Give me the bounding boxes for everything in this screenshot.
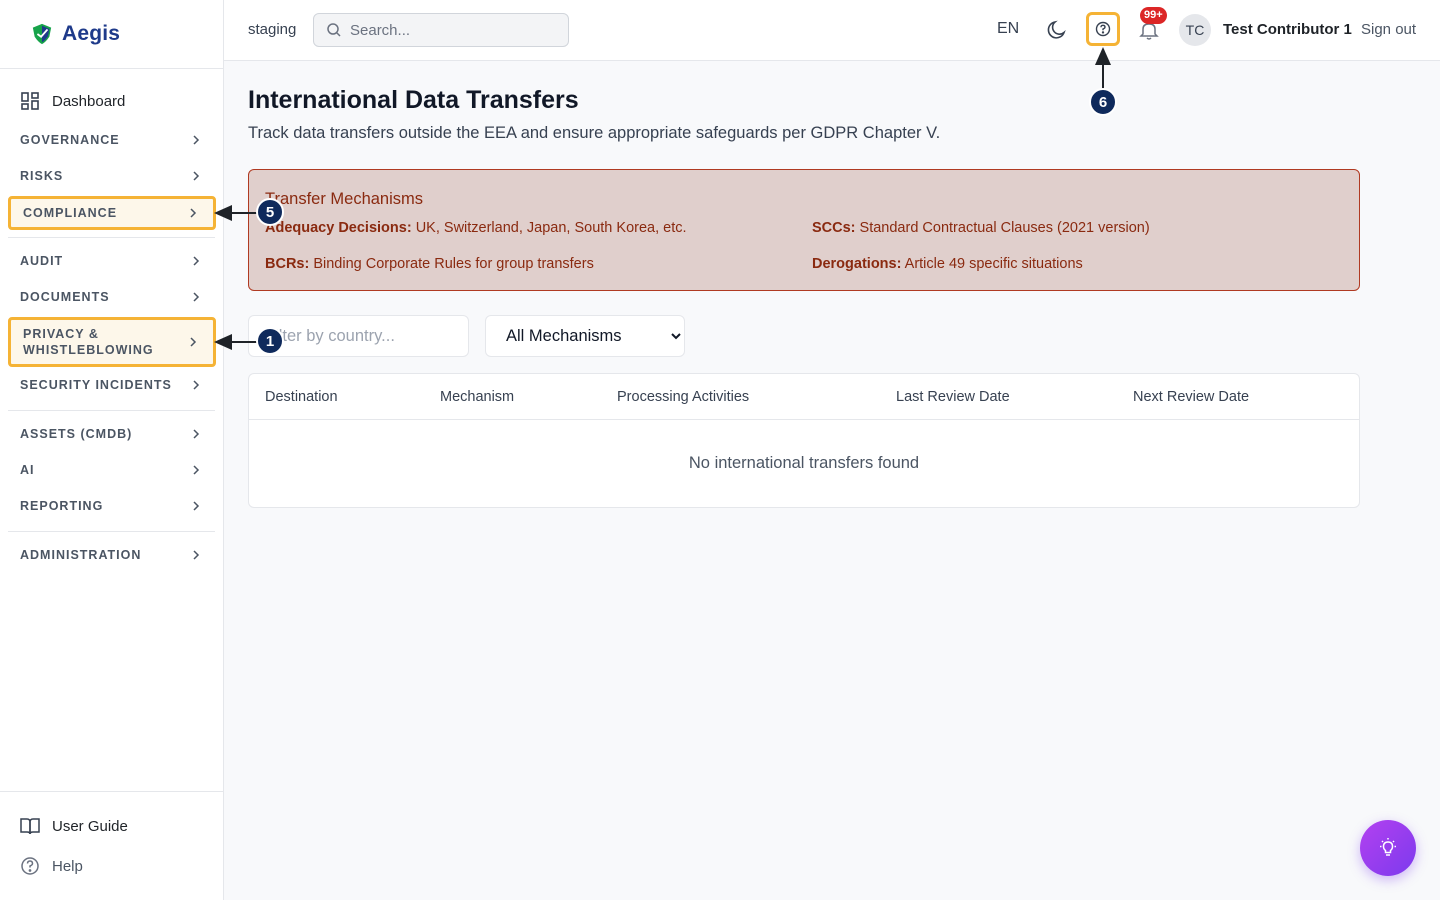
sidebar-divider [8,237,215,238]
avatar[interactable]: TC [1179,14,1211,46]
help-circle-icon [21,857,39,875]
language-switcher[interactable]: EN [997,20,1019,38]
chevron-right-icon [190,208,197,218]
help-link[interactable]: Help [20,856,83,876]
column-header-processing-activities[interactable]: Processing Activities [617,389,749,405]
column-header-destination[interactable]: Destination [265,389,338,405]
bcrs-label: BCRs: [265,256,310,272]
page-title: International Data Transfers [248,86,579,114]
sidebar-item-label: ASSETS (CMDB) [20,427,133,441]
sidebar-item-label: REPORTING [20,499,104,513]
chevron-right-icon [193,171,200,181]
sidebar-item-label: DOCUMENTS [20,290,110,304]
user-guide-label: User Guide [52,817,128,835]
empty-state-message: No international transfers found [688,454,920,472]
user-name[interactable]: Test Contributor 1 [1223,21,1352,38]
derogations-text: Article 49 specific situations [901,256,1083,272]
arrowhead-up-icon [1095,47,1111,65]
sidebar-item-label: AI [20,463,35,477]
search-icon [327,23,341,37]
chevron-right-icon [193,292,200,302]
sidebar-item-label: Dashboard [52,92,126,110]
transfer-mechanisms-panel: Transfer Mechanisms Adequacy Decisions: … [248,169,1360,291]
sidebar-item-risks[interactable]: RISKS [8,160,216,192]
sccs-row: SCCs: Standard Contractual Clauses (2021… [812,220,1150,236]
lightbulb-icon [1380,838,1396,856]
derogations-label: Derogations: [812,256,902,272]
sccs-text: Standard Contractual Clauses (2021 versi… [855,220,1150,236]
chevron-right-icon [193,550,200,560]
chevron-right-icon [193,465,200,475]
brand[interactable]: Aegis [0,0,223,69]
chevron-right-icon [190,337,197,347]
sidebar-item-assets[interactable]: ASSETS (CMDB) [8,418,216,450]
help-label: Help [52,857,83,875]
notification-badge: 99+ [1140,7,1167,24]
sidebar-item-label: GOVERNANCE [20,133,120,147]
sidebar-item-label: AUDIT [20,254,64,268]
table-header: Destination Mechanism Processing Activit… [249,374,1359,420]
topbar: staging EN 99+ TC Test Contributor 1 Sig… [224,0,1440,61]
column-header-last-review-date[interactable]: Last Review Date [896,389,1010,405]
arrowhead-left-icon [214,205,232,221]
sidebar-item-label: PRIVACY & WHISTLEBLOWING [23,327,154,357]
sidebar-item-documents[interactable]: DOCUMENTS [8,281,216,313]
annotation-marker-5: 5 [256,198,284,226]
sidebar-divider [8,531,215,532]
sidebar-item-dashboard[interactable]: Dashboard [20,91,125,111]
column-header-next-review-date[interactable]: Next Review Date [1133,389,1249,405]
sidebar-item-administration[interactable]: ADMINISTRATION [8,539,216,571]
dashboard-grid-icon [21,92,39,110]
search-box[interactable] [313,13,569,47]
chevron-right-icon [193,135,200,145]
sign-out-button[interactable]: Sign out [1361,21,1416,38]
sidebar-item-reporting[interactable]: REPORTING [8,490,216,522]
sccs-label: SCCs: [812,220,856,236]
moon-icon[interactable] [1046,19,1068,41]
book-icon [20,818,40,835]
chevron-right-icon [193,256,200,266]
sidebar-item-privacy-whistleblowing[interactable]: PRIVACY & WHISTLEBLOWING [8,317,216,367]
panel-title: Transfer Mechanisms [265,190,424,208]
annotation-marker-1: 1 [256,327,284,355]
question-icon [1095,21,1111,37]
column-header-mechanism[interactable]: Mechanism [440,389,514,405]
aegis-shield-logo-icon [32,23,52,45]
derogations-row: Derogations: Article 49 specific situati… [812,256,1083,272]
sidebar-item-label: RISKS [20,169,64,183]
sidebar-divider [8,410,215,411]
adequacy-text: UK, Switzerland, Japan, South Korea, etc… [411,220,687,236]
chevron-right-icon [193,380,200,390]
sidebar-item-audit[interactable]: AUDIT [8,245,216,277]
annotation-arrow-6 [1102,62,1104,90]
assistant-button[interactable] [1360,820,1416,876]
sidebar-item-label: SECURITY INCIDENTS [20,378,172,392]
sidebar-item-label: COMPLIANCE [23,206,118,220]
help-button[interactable] [1086,12,1120,46]
environment-label: staging [248,21,297,38]
sidebar-footer: User Guide Help [0,791,223,900]
chevron-right-icon [193,429,200,439]
search-input[interactable] [350,21,550,39]
sidebar-item-security-incidents[interactable]: SECURITY INCIDENTS [8,369,216,401]
annotation-marker-6: 6 [1089,88,1117,116]
user-guide-link[interactable]: User Guide [20,816,128,836]
sidebar: Aegis Dashboard GOVERNANCE RISKS COMPLIA… [0,0,224,900]
transfers-table: Destination Mechanism Processing Activit… [248,373,1360,508]
bcrs-text: Binding Corporate Rules for group transf… [309,256,594,272]
bcrs-row: BCRs: Binding Corporate Rules for group … [265,256,594,272]
adequacy-row: Adequacy Decisions: UK, Switzerland, Jap… [265,220,687,236]
sidebar-item-governance[interactable]: GOVERNANCE [8,124,216,156]
adequacy-label: Adequacy Decisions: [265,220,412,236]
page-subtitle: Track data transfers outside the EEA and… [248,124,941,142]
sidebar-item-label: ADMINISTRATION [20,548,142,562]
brand-name: Aegis [62,22,121,45]
arrowhead-left-icon [214,334,232,350]
sidebar-item-compliance[interactable]: COMPLIANCE [8,196,216,230]
sidebar-item-ai[interactable]: AI [8,454,216,486]
chevron-right-icon [193,501,200,511]
mechanism-select[interactable]: All Mechanisms [485,315,685,357]
